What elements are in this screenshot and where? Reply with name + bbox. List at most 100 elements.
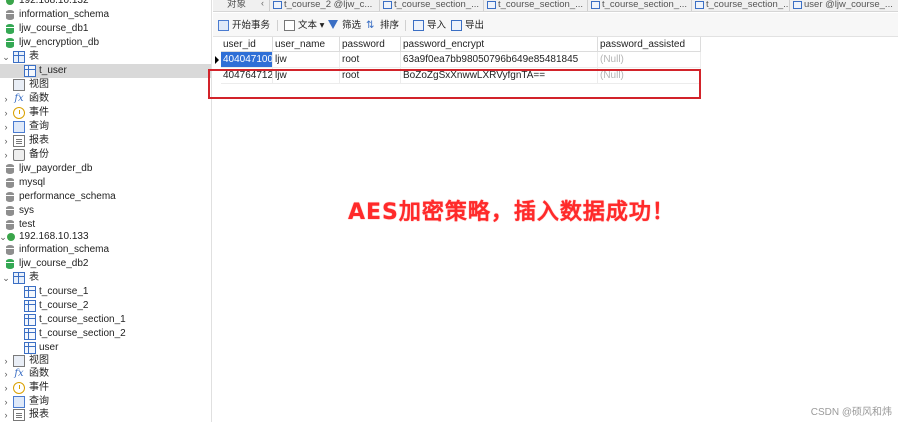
chevron-down-icon[interactable]: ⌄	[2, 50, 10, 64]
table-cell[interactable]: root	[340, 52, 401, 68]
tree-item-t-course-2[interactable]: t_course_2	[0, 299, 211, 313]
tab-user[interactable]: user @ljw_course_...	[789, 0, 894, 11]
table-icon	[591, 1, 600, 9]
table-icon	[24, 300, 36, 312]
tree-item-ljw-payorder-db[interactable]: ljw_payorder_db	[0, 162, 211, 176]
column-header-user-id[interactable]: user_id	[221, 37, 273, 52]
database-icon	[4, 163, 16, 175]
navigation-tree: 192.168.10.132 information_schema ljw_co…	[0, 0, 212, 422]
filter-button[interactable]: 筛选	[328, 19, 361, 32]
tree-item-information-schema-2[interactable]: information_schema	[0, 243, 211, 257]
table-cell[interactable]: (Null)	[598, 52, 701, 68]
connection-icon	[4, 0, 16, 7]
tab-objects[interactable]: 对象	[213, 0, 247, 11]
chevron-right-icon[interactable]: ›	[2, 106, 10, 120]
current-row-indicator-icon	[215, 56, 219, 64]
tree-item-functions-2[interactable]: › fx 函数	[0, 367, 211, 381]
tree-item-reports-2[interactable]: › 报表	[0, 408, 211, 422]
connection-icon	[5, 231, 17, 243]
tree-item-ljw-encryption-db[interactable]: ljw_encryption_db	[0, 36, 211, 50]
tree-item-connection-133[interactable]: ⌄ 192.168.10.133	[0, 230, 211, 244]
tree-item-information-schema[interactable]: information_schema	[0, 8, 211, 22]
event-icon	[13, 382, 25, 394]
query-icon	[13, 121, 25, 133]
tree-item-tables-folder-2[interactable]: ⌄ 表	[0, 271, 211, 285]
tab-scroll-left-icon[interactable]: ‹	[261, 0, 264, 8]
tab-bar: 对象 ‹ t_course_2 @ljw_c... t_course_secti…	[213, 0, 898, 12]
report-icon	[13, 409, 25, 421]
table-icon	[24, 342, 36, 354]
sort-icon: ⇅	[366, 20, 375, 31]
tree-item-backups[interactable]: › 备份	[0, 148, 211, 162]
tab-t-course-section-c[interactable]: t_course_section_...	[587, 0, 691, 11]
table-cell[interactable]: 63a9f0ea7bb98050796b649e85481845	[401, 52, 598, 68]
table-icon	[24, 328, 36, 340]
column-header-password[interactable]: password	[340, 37, 401, 52]
chevron-right-icon[interactable]: ›	[2, 120, 10, 134]
text-view-button[interactable]: 文本 ▾	[284, 19, 324, 32]
transaction-icon	[218, 20, 229, 31]
tree-item-events-2[interactable]: › 事件	[0, 381, 211, 395]
chevron-right-icon[interactable]: ›	[2, 134, 10, 148]
function-icon: fx	[14, 368, 24, 379]
chevron-right-icon[interactable]: ›	[2, 148, 10, 162]
chevron-right-icon[interactable]: ›	[2, 92, 10, 106]
column-header-user-name[interactable]: user_name	[273, 37, 340, 52]
table-cell[interactable]: ljw	[273, 52, 340, 68]
sort-button[interactable]: ⇅ 排序	[366, 19, 399, 32]
report-icon	[13, 135, 25, 147]
tree-item-performance-schema[interactable]: performance_schema	[0, 190, 211, 204]
tree-item-t-course-section-1[interactable]: t_course_section_1	[0, 313, 211, 327]
chevron-down-icon[interactable]: ⌄	[2, 271, 10, 285]
begin-transaction-button[interactable]: 开始事务	[218, 19, 270, 32]
table-icon	[24, 286, 36, 298]
data-toolbar: 开始事务 文本 ▾ 筛选 ⇅ 排序 导入 导出	[213, 13, 898, 37]
tab-t-course-section-b[interactable]: t_course_section_...	[483, 0, 587, 11]
tree-item-queries-2[interactable]: › 查询	[0, 395, 211, 409]
export-icon	[451, 20, 462, 31]
tree-item-ljw-course-db2[interactable]: ljw_course_db2	[0, 257, 211, 271]
tab-t-course-2[interactable]: t_course_2 @ljw_c...	[269, 0, 379, 11]
chevron-right-icon[interactable]: ›	[2, 354, 10, 368]
table-cell[interactable]: 404047100	[221, 52, 273, 68]
filter-icon	[328, 20, 338, 29]
event-icon	[13, 107, 25, 119]
function-icon: fx	[14, 93, 24, 104]
column-header-password-encrypt[interactable]: password_encrypt	[401, 37, 598, 52]
tree-item-tables-folder[interactable]: ⌄ 表	[0, 50, 211, 64]
toolbar-divider	[405, 20, 406, 31]
tree-item-t-user[interactable]: t_user	[0, 64, 211, 78]
chevron-right-icon[interactable]: ›	[2, 408, 10, 422]
table-icon	[24, 65, 36, 77]
tree-item-connection-132[interactable]: 192.168.10.132	[0, 0, 211, 8]
tree-item-events[interactable]: › 事件	[0, 106, 211, 120]
tab-t-course-section-d[interactable]: t_course_section_...	[691, 0, 789, 11]
tree-item-reports[interactable]: › 报表	[0, 134, 211, 148]
tree-item-t-course-1[interactable]: t_course_1	[0, 285, 211, 299]
chevron-right-icon[interactable]: ›	[2, 381, 10, 395]
tree-item-views-2[interactable]: › 视图	[0, 354, 211, 368]
database-icon	[4, 191, 16, 203]
tree-item-sys[interactable]: sys	[0, 204, 211, 218]
tree-item-functions[interactable]: › fx 函数	[0, 92, 211, 106]
toolbar-divider	[277, 20, 278, 31]
tree-item-mysql[interactable]: mysql	[0, 176, 211, 190]
chevron-right-icon[interactable]: ›	[2, 395, 10, 409]
export-button[interactable]: 导出	[451, 19, 484, 32]
tree-item-queries[interactable]: › 查询	[0, 120, 211, 134]
highlight-box	[208, 69, 701, 99]
database-icon	[4, 37, 16, 49]
tree-item-user[interactable]: user	[0, 341, 211, 355]
tree-item-t-course-section-2[interactable]: t_course_section_2	[0, 327, 211, 341]
chevron-right-icon[interactable]: ›	[2, 367, 10, 381]
tree-item-ljw-course-db1[interactable]: ljw_course_db1	[0, 22, 211, 36]
column-header-password-assisted[interactable]: password_assisted	[598, 37, 701, 52]
database-icon	[4, 258, 16, 270]
database-icon	[4, 244, 16, 256]
tree-item-views[interactable]: 视图	[0, 78, 211, 92]
tab-t-course-section-a[interactable]: t_course_section_...	[379, 0, 483, 11]
import-button[interactable]: 导入	[413, 19, 446, 32]
table-icon	[487, 1, 496, 9]
import-icon	[413, 20, 424, 31]
data-grid: user_id user_name password password_encr…	[208, 37, 898, 422]
